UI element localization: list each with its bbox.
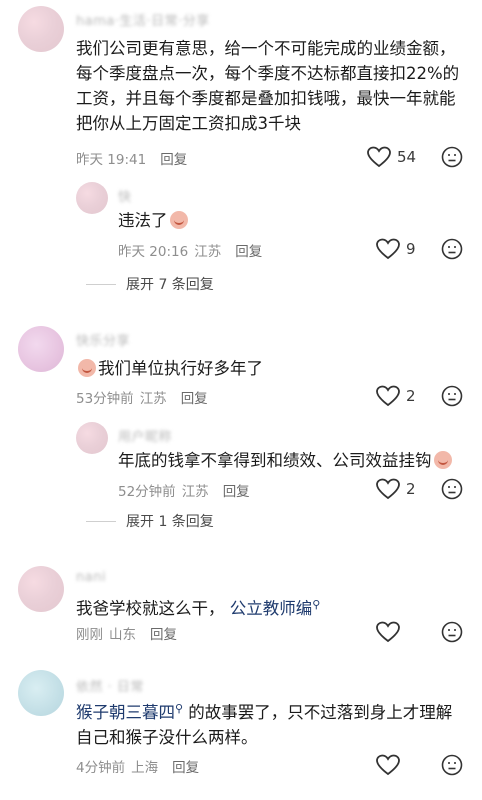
comment-meta: 昨天 20:16 江苏 回复 — [118, 240, 268, 260]
avatar[interactable] — [18, 566, 64, 612]
dislike-button[interactable] — [441, 385, 463, 411]
expand-replies-button[interactable]: 展开 7 条回复 — [86, 274, 214, 294]
reply-button[interactable]: 回复 — [172, 760, 199, 776]
username[interactable]: 依然 · 日常 — [76, 676, 144, 695]
expand-replies-button[interactable]: 展开 1 条回复 — [86, 511, 214, 531]
frown-face-icon — [441, 146, 463, 168]
search-link-label: 公立教师编 — [229, 599, 313, 618]
comment-text-content: 年底的钱拿不拿得到和绩效、公司效益挂钩 — [118, 451, 432, 470]
expand-replies-label: 展开 7 条回复 — [126, 277, 214, 293]
username[interactable]: 快 — [118, 186, 132, 205]
heart-outline-icon — [376, 238, 400, 260]
comment-text: 年底的钱拿不拿得到和绩效、公司效益挂钩 — [118, 448, 474, 473]
heart-outline-icon — [376, 478, 400, 500]
reply-1: 快 违法了 昨天 20:16 江苏 回复 9 — [0, 176, 482, 270]
expand-divider — [86, 520, 116, 522]
heart-outline-icon — [376, 754, 400, 776]
heart-outline-icon — [367, 146, 391, 168]
comment-meta: 4分钟前 上海 回复 — [76, 756, 205, 776]
frown-face-icon — [441, 754, 463, 776]
like-button[interactable]: 9 — [376, 238, 416, 260]
comment-time: 昨天 19:41 — [76, 152, 147, 168]
comment-2: 快乐分享 我们单位执行好多年了 53分钟前 江苏 回复 2 — [0, 318, 482, 410]
comment-text-content: 违法了 — [118, 211, 168, 230]
like-button[interactable]: 54 — [367, 146, 416, 168]
comment-text: 违法了 — [118, 208, 458, 233]
avatar[interactable] — [76, 422, 108, 454]
search-link-label: 猴子朝三暮四 — [76, 703, 175, 722]
like-count: 2 — [406, 387, 416, 405]
dislike-button[interactable] — [441, 754, 463, 780]
search-icon: ⚲ — [175, 702, 184, 715]
comment-text: 猴子朝三暮四⚲ 的故事罢了，只不过落到身上才理解自己和猴子没什么两样。 — [76, 696, 466, 750]
crying-face-emoji — [169, 211, 188, 229]
like-button[interactable]: 2 — [376, 385, 416, 407]
comment-time: 刚刚 — [76, 627, 103, 643]
comment-text: 我们单位执行好多年了 — [76, 356, 456, 381]
avatar[interactable] — [76, 182, 108, 214]
comment-location: 江苏 — [181, 484, 209, 500]
dislike-button[interactable] — [441, 238, 463, 264]
comment-time: 4分钟前 — [76, 760, 126, 776]
frown-face-icon — [441, 238, 463, 260]
avatar[interactable] — [18, 326, 64, 372]
comment-3: nani 我爸学校就这么干， 公立教师编⚲ 刚刚 山东 回复 — [0, 556, 482, 656]
comment-text-content: 我们单位执行好多年了 — [98, 359, 263, 378]
comment-time: 昨天 20:16 — [118, 244, 189, 260]
comment-text-content: 我爸学校就这么干， — [76, 599, 225, 618]
dislike-button[interactable] — [441, 146, 463, 172]
reply-button[interactable]: 回复 — [181, 391, 208, 407]
frown-face-icon — [441, 385, 463, 407]
username[interactable]: hama·生活·日常·分享 — [76, 10, 210, 29]
comment-location: 江苏 — [194, 244, 222, 260]
reply-button[interactable]: 回复 — [235, 244, 262, 260]
comment-time: 52分钟前 — [118, 484, 176, 500]
like-count: 9 — [406, 240, 416, 258]
heart-outline-icon — [376, 621, 400, 643]
comment-meta: 52分钟前 江苏 回复 — [118, 480, 256, 500]
expand-divider — [86, 283, 116, 285]
search-icon: ⚲ — [312, 598, 321, 611]
avatar[interactable] — [18, 670, 64, 716]
comment-meta: 刚刚 山东 回复 — [76, 623, 183, 643]
like-count: 2 — [406, 480, 416, 498]
comment-text: 我爸学校就这么干， 公立教师编⚲ — [76, 592, 456, 621]
comment-meta: 53分钟前 江苏 回复 — [76, 387, 214, 407]
dislike-button[interactable] — [441, 621, 463, 647]
reply-2: 用户昵称 年底的钱拿不拿得到和绩效、公司效益挂钩 52分钟前 江苏 回复 2 — [0, 418, 482, 508]
like-count: 54 — [397, 148, 417, 166]
frown-face-icon — [441, 621, 463, 643]
username[interactable]: 快乐分享 — [76, 330, 130, 349]
username[interactable]: 用户昵称 — [118, 426, 172, 445]
comment-location: 山东 — [109, 627, 136, 643]
comment-4: 依然 · 日常 猴子朝三暮四⚲ 的故事罢了，只不过落到身上才理解自己和猴子没什么… — [0, 664, 482, 800]
reply-button[interactable]: 回复 — [150, 627, 177, 643]
like-button[interactable] — [376, 621, 400, 643]
username[interactable]: nani — [76, 570, 106, 585]
expand-replies-label: 展开 1 条回复 — [126, 514, 214, 530]
comment-text: 我们公司更有意思，给一个不可能完成的业绩金额，每个季度盘点一次，每个季度不达标都… — [76, 39, 460, 133]
comment-location: 上海 — [131, 760, 159, 776]
avatar[interactable] — [18, 6, 64, 52]
comment-1: hama·生活·日常·分享 我们公司更有意思，给一个不可能完成的业绩金额，每个季… — [0, 0, 482, 175]
crying-face-emoji — [78, 359, 96, 377]
comment-time: 53分钟前 — [76, 391, 134, 407]
comment-location: 江苏 — [139, 391, 167, 407]
frown-face-icon — [441, 478, 463, 500]
reply-button[interactable]: 回复 — [223, 484, 250, 500]
crying-face-emoji — [433, 451, 452, 469]
like-button[interactable]: 2 — [376, 478, 416, 500]
search-link[interactable]: 猴子朝三暮四⚲ — [76, 702, 184, 722]
comment-meta: 昨天 19:41 回复 — [76, 148, 193, 168]
heart-outline-icon — [376, 385, 400, 407]
dislike-button[interactable] — [441, 478, 463, 504]
search-link[interactable]: 公立教师编⚲ — [229, 598, 321, 618]
like-button[interactable] — [376, 754, 400, 776]
reply-button[interactable]: 回复 — [160, 152, 187, 168]
